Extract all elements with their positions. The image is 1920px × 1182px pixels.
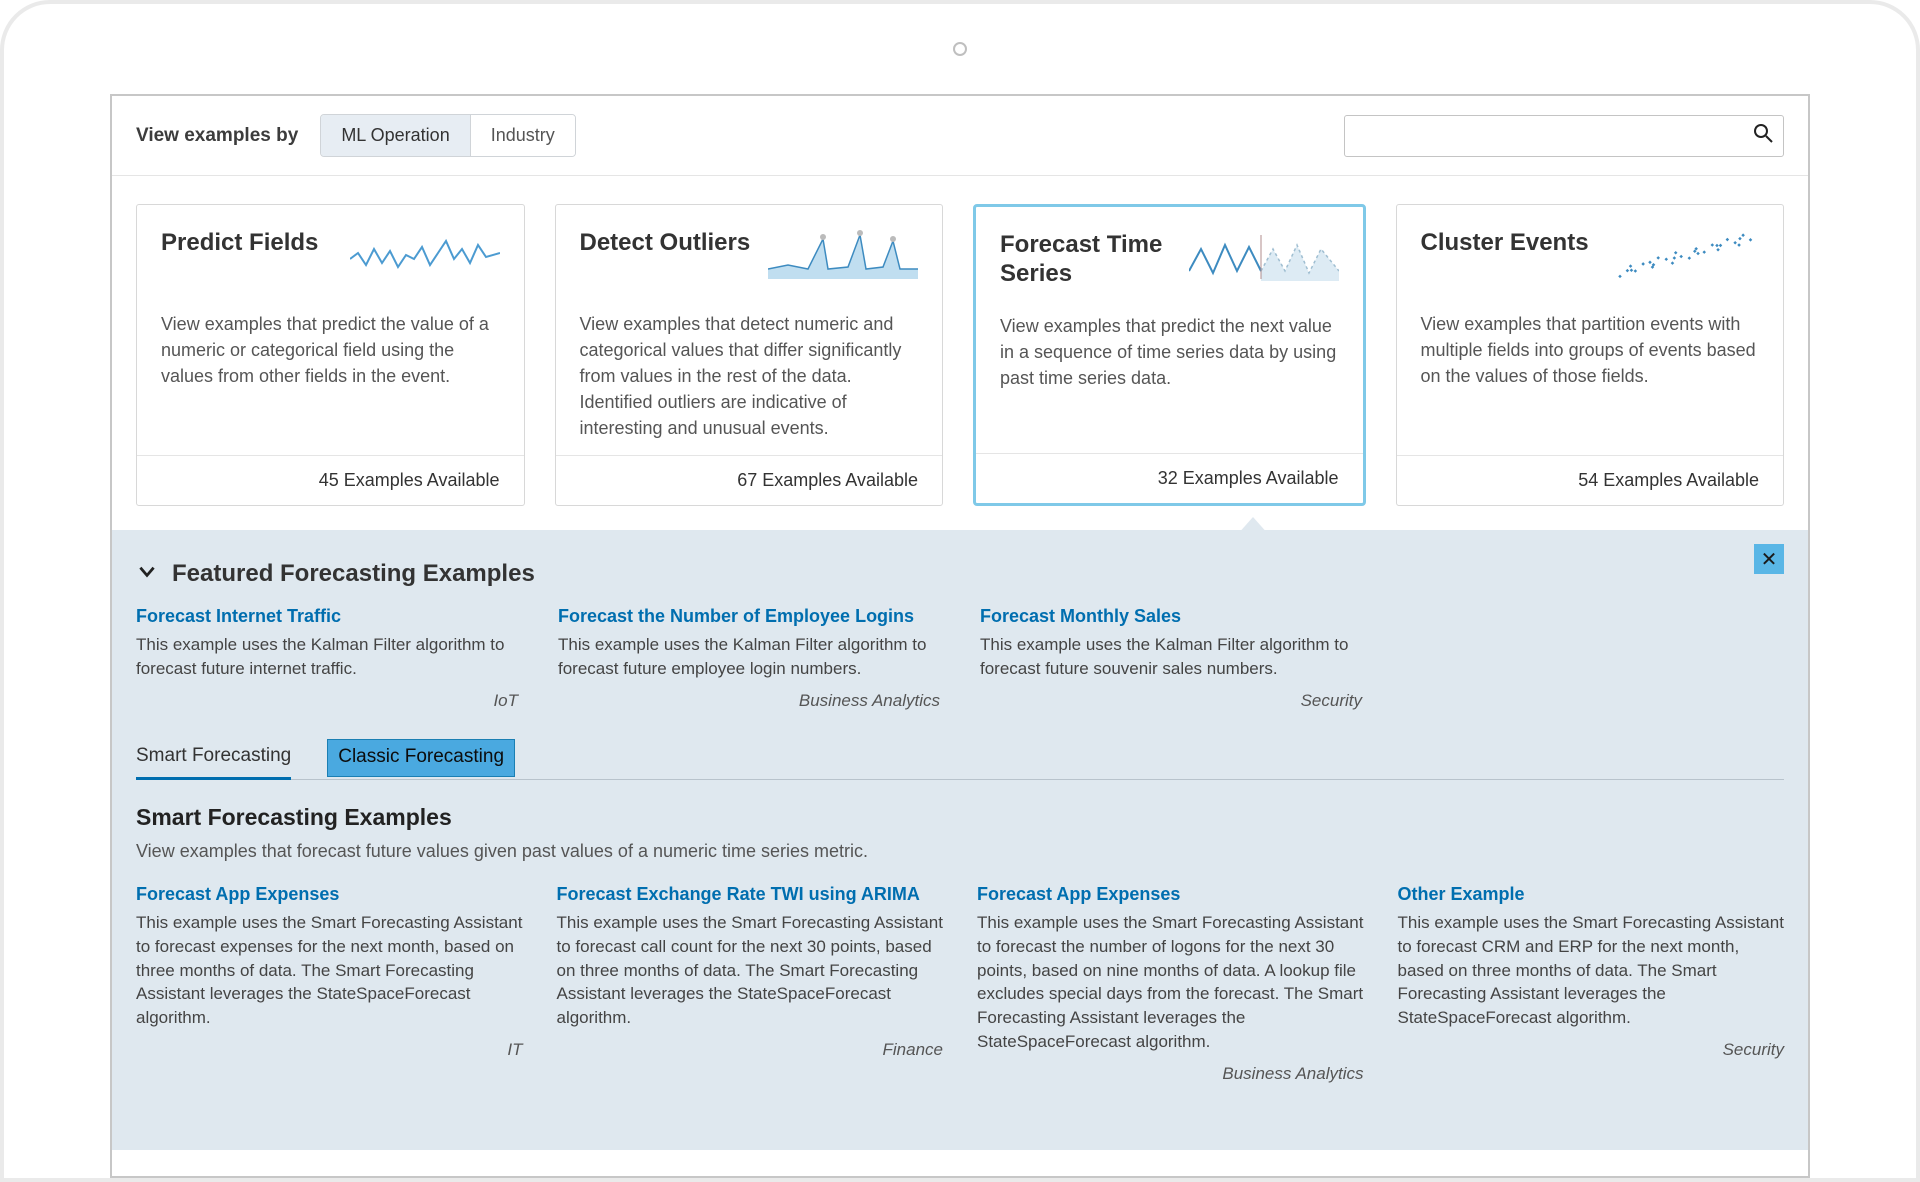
- smart-examples-grid: Forecast App Expenses This example uses t…: [136, 884, 1784, 1084]
- section-title: Smart Forecasting Examples: [136, 804, 1784, 831]
- example-tag: Security: [980, 691, 1362, 711]
- card-description: View examples that detect numeric and ca…: [580, 311, 919, 441]
- cluster-sparkline-icon: [1609, 229, 1759, 284]
- example-tag: IoT: [136, 691, 518, 711]
- close-panel-button[interactable]: ✕: [1754, 544, 1784, 574]
- featured-title: Featured Forecasting Examples: [172, 560, 535, 588]
- example-link[interactable]: Forecast Exchange Rate TWI using ARIMA: [557, 884, 944, 905]
- example-tag: Security: [1398, 1040, 1785, 1060]
- search-box[interactable]: [1344, 115, 1784, 157]
- forecast-sparkline-icon: [1189, 231, 1339, 286]
- filter-segmented-control: ML Operation Industry: [320, 114, 575, 157]
- example-link[interactable]: Forecast App Expenses: [136, 884, 523, 905]
- category-card[interactable]: Forecast Time Series View examples that p…: [973, 204, 1366, 506]
- featured-examples-grid: Forecast Internet Traffic This example us…: [136, 606, 1784, 711]
- device-frame: View examples by ML Operation Industry P…: [0, 0, 1920, 1182]
- example-link[interactable]: Forecast the Number of Employee Logins: [558, 606, 940, 627]
- featured-example: Forecast Monthly Sales This example uses …: [980, 606, 1362, 711]
- predict-sparkline-icon: [350, 229, 500, 284]
- example-description: This example uses the Kalman Filter algo…: [136, 633, 518, 681]
- card-description: View examples that partition events with…: [1421, 311, 1760, 389]
- smart-example: Forecast App Expenses This example uses t…: [977, 884, 1364, 1084]
- example-tag: Business Analytics: [977, 1064, 1364, 1084]
- example-link[interactable]: Other Example: [1398, 884, 1785, 905]
- category-card[interactable]: Predict Fields View examples that predict…: [136, 204, 525, 506]
- example-description: This example uses the Kalman Filter algo…: [980, 633, 1362, 681]
- card-title: Detect Outliers: [580, 229, 751, 258]
- card-count: 67 Examples Available: [556, 455, 943, 505]
- featured-example: Forecast Internet Traffic This example us…: [136, 606, 518, 711]
- category-card[interactable]: Detect Outliers View examples that detect…: [555, 204, 944, 506]
- featured-example: Forecast the Number of Employee Logins Th…: [558, 606, 940, 711]
- category-cards: Predict Fields View examples that predict…: [112, 176, 1808, 506]
- example-description: This example uses the Smart Forecasting …: [977, 911, 1364, 1054]
- close-icon: ✕: [1761, 547, 1778, 572]
- example-description: This example uses the Smart Forecasting …: [1398, 911, 1785, 1030]
- chevron-down-icon: [136, 560, 158, 588]
- smart-example: Other Example This example uses the Smart…: [1398, 884, 1785, 1084]
- example-link[interactable]: Forecast App Expenses: [977, 884, 1364, 905]
- example-description: This example uses the Kalman Filter algo…: [558, 633, 940, 681]
- filter-option-industry[interactable]: Industry: [470, 115, 575, 156]
- card-description: View examples that predict the value of …: [161, 311, 500, 389]
- card-title: Predict Fields: [161, 229, 318, 258]
- example-description: This example uses the Smart Forecasting …: [136, 911, 523, 1030]
- example-tag: Finance: [557, 1040, 944, 1060]
- camera-icon: [953, 42, 967, 56]
- filter-bar: View examples by ML Operation Industry: [112, 96, 1808, 176]
- card-count: 32 Examples Available: [976, 453, 1363, 503]
- sub-tabs: Smart Forecasting Classic Forecasting: [136, 737, 1784, 780]
- filter-label: View examples by: [136, 125, 298, 147]
- card-description: View examples that predict the next valu…: [1000, 313, 1339, 391]
- card-count: 45 Examples Available: [137, 455, 524, 505]
- card-title: Forecast Time Series: [1000, 231, 1179, 289]
- outliers-sparkline-icon: [768, 229, 918, 284]
- search-input[interactable]: [1355, 127, 1753, 145]
- card-title: Cluster Events: [1421, 229, 1589, 258]
- card-count: 54 Examples Available: [1397, 455, 1784, 505]
- search-icon: [1753, 123, 1773, 148]
- tab-classic-forecasting[interactable]: Classic Forecasting: [327, 739, 515, 777]
- app-screen: View examples by ML Operation Industry P…: [110, 94, 1810, 1178]
- smart-example: Forecast App Expenses This example uses t…: [136, 884, 523, 1084]
- filter-option-ml-operation[interactable]: ML Operation: [321, 115, 469, 156]
- example-tag: IT: [136, 1040, 523, 1060]
- tab-smart-forecasting[interactable]: Smart Forecasting: [136, 737, 291, 780]
- featured-header[interactable]: Featured Forecasting Examples: [136, 548, 1784, 606]
- example-tag: Business Analytics: [558, 691, 940, 711]
- category-card[interactable]: Cluster Events View examples that partiti…: [1396, 204, 1785, 506]
- section-subtitle: View examples that forecast future value…: [136, 841, 1784, 862]
- smart-example: Forecast Exchange Rate TWI using ARIMA Th…: [557, 884, 944, 1084]
- example-description: This example uses the Smart Forecasting …: [557, 911, 944, 1030]
- example-link[interactable]: Forecast Internet Traffic: [136, 606, 518, 627]
- examples-panel: ✕ Featured Forecasting Examples Forecast…: [112, 530, 1808, 1149]
- example-link[interactable]: Forecast Monthly Sales: [980, 606, 1362, 627]
